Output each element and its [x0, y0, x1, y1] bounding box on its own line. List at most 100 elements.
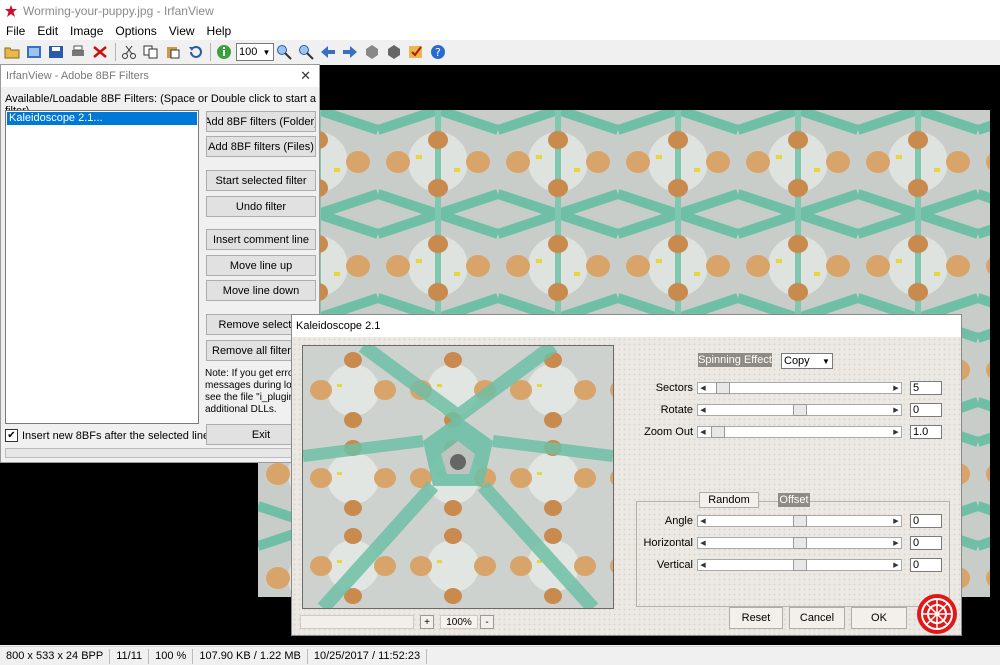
- arrow-left-icon[interactable]: ◀: [698, 516, 708, 526]
- start-filter-button[interactable]: Start selected filter: [206, 170, 316, 191]
- kaleidoscope-logo-icon: [916, 593, 958, 635]
- horizontal-input[interactable]: 0: [910, 536, 942, 550]
- svg-text:?: ?: [435, 46, 441, 59]
- arrow-right-icon[interactable]: ▶: [891, 538, 901, 548]
- offset-label: Offset: [778, 493, 810, 507]
- status-filesize: 107.90 KB / 1.22 MB: [193, 648, 308, 664]
- undo-filter-button[interactable]: Undo filter: [206, 196, 316, 217]
- move-down-button[interactable]: Move line down: [206, 280, 316, 301]
- cut-icon[interactable]: [119, 42, 139, 62]
- slider-thumb[interactable]: [792, 404, 807, 416]
- add-folder-button[interactable]: Add 8BF filters (Folder): [206, 111, 316, 132]
- help-icon[interactable]: ?: [428, 42, 448, 62]
- zoom-out-slider[interactable]: ◀ ▶: [697, 426, 902, 438]
- arrow-left-icon[interactable]: ◀: [698, 538, 708, 548]
- slideshow-icon[interactable]: [24, 42, 44, 62]
- move-up-button[interactable]: Move line up: [206, 255, 316, 276]
- slider-thumb[interactable]: [792, 515, 807, 527]
- horizontal-slider[interactable]: ◀ ▶: [697, 537, 902, 549]
- paint-icon[interactable]: [362, 42, 382, 62]
- arrow-right-icon[interactable]: ▶: [891, 427, 901, 437]
- menu-help[interactable]: Help: [201, 24, 238, 38]
- list-item[interactable]: Kaleidoscope 2.1...: [7, 112, 197, 125]
- preview-zoom-value: 100%: [440, 615, 478, 629]
- vertical-slider[interactable]: ◀ ▶: [697, 559, 902, 571]
- zoom-out-input[interactable]: 1.0: [910, 425, 942, 439]
- menu-file[interactable]: File: [0, 24, 31, 38]
- status-dimensions: 800 x 533 x 24 BPP: [0, 648, 111, 664]
- status-datetime: 10/25/2017 / 11:52:23: [308, 648, 428, 664]
- close-icon[interactable]: ✕: [300, 68, 311, 84]
- zoom-out-button[interactable]: -: [480, 615, 494, 629]
- delete-icon[interactable]: [90, 42, 110, 62]
- arrow-right-icon[interactable]: ▶: [891, 560, 901, 570]
- rotate-slider[interactable]: ◀ ▶: [697, 404, 902, 416]
- print-icon[interactable]: [68, 42, 88, 62]
- rotate-input[interactable]: 0: [910, 403, 942, 417]
- zoom-in-button[interactable]: +: [420, 615, 434, 629]
- insert-after-label: Insert new 8BFs after the selected line: [22, 429, 210, 442]
- insert-comment-button[interactable]: Insert comment line: [206, 229, 316, 250]
- kaleidoscope-preview[interactable]: [302, 345, 614, 609]
- kaleidoscope-body: + 100% - Spinning Effect Copy ▼ Sectors …: [292, 337, 961, 635]
- sectors-slider[interactable]: ◀ ▶: [697, 382, 902, 394]
- menu-image[interactable]: Image: [64, 24, 109, 38]
- settings-icon[interactable]: [384, 42, 404, 62]
- copy-icon[interactable]: [141, 42, 161, 62]
- slider-thumb[interactable]: [792, 537, 807, 549]
- arrow-left-icon[interactable]: ◀: [698, 405, 708, 415]
- zoom-select[interactable]: 100 ▼: [236, 43, 274, 61]
- vertical-input[interactable]: 0: [910, 558, 942, 572]
- preview-scrollbar[interactable]: [300, 615, 414, 629]
- chevron-down-icon: ▼: [822, 356, 830, 366]
- zoom-in-icon[interactable]: [274, 42, 294, 62]
- random-button[interactable]: Random: [699, 492, 759, 508]
- previous-icon[interactable]: [318, 42, 338, 62]
- slider-thumb[interactable]: [711, 426, 726, 438]
- kaleidoscope-title: Kaleidoscope 2.1: [296, 320, 381, 332]
- add-files-button[interactable]: Add 8BF filters (Files): [206, 136, 316, 157]
- cancel-button[interactable]: Cancel: [789, 607, 845, 629]
- angle-input[interactable]: 0: [910, 514, 942, 528]
- menu-bar: File Edit Image Options View Help: [0, 21, 1000, 40]
- irfanview-app-icon[interactable]: [3, 3, 19, 19]
- reset-button[interactable]: Reset: [729, 607, 783, 629]
- slider-thumb[interactable]: [716, 382, 731, 394]
- angle-slider[interactable]: ◀ ▶: [697, 515, 902, 527]
- spinning-effect-value: Copy: [784, 355, 810, 367]
- filters-list[interactable]: Kaleidoscope 2.1...: [5, 110, 199, 424]
- toolbar-separator: [210, 43, 211, 61]
- undo-icon[interactable]: [185, 42, 205, 62]
- arrow-right-icon[interactable]: ▶: [891, 405, 901, 415]
- vertical-label: Vertical: [656, 559, 693, 571]
- paste-icon[interactable]: [163, 42, 183, 62]
- slider-thumb[interactable]: [792, 559, 807, 571]
- menu-view[interactable]: View: [163, 24, 201, 38]
- filters-dialog: IrfanView - Adobe 8BF Filters ✕ Availabl…: [0, 64, 320, 463]
- toolbar-separator: [115, 43, 116, 61]
- info-icon[interactable]: [214, 42, 234, 62]
- arrow-left-icon[interactable]: ◀: [698, 383, 708, 393]
- status-zoom: 100 %: [149, 648, 194, 664]
- arrow-left-icon[interactable]: ◀: [698, 427, 708, 437]
- ok-button[interactable]: OK: [851, 607, 907, 629]
- status-bar: 800 x 533 x 24 BPP 11/11 100 % 107.90 KB…: [0, 646, 1000, 665]
- kaleidoscope-titlebar: Kaleidoscope 2.1: [292, 315, 961, 337]
- menu-edit[interactable]: Edit: [31, 24, 64, 38]
- save-icon[interactable]: [46, 42, 66, 62]
- horizontal-label: Horizontal: [643, 537, 693, 549]
- menu-options[interactable]: Options: [109, 24, 162, 38]
- sectors-input[interactable]: 5: [910, 381, 942, 395]
- insert-after-checkbox[interactable]: ✔ Insert new 8BFs after the selected lin…: [5, 429, 209, 442]
- open-folder-icon[interactable]: [2, 42, 22, 62]
- rotate-label: Rotate: [660, 404, 693, 416]
- zoom-out-icon[interactable]: [296, 42, 316, 62]
- next-icon[interactable]: [340, 42, 360, 62]
- arrow-left-icon[interactable]: ◀: [698, 560, 708, 570]
- spinning-effect-select[interactable]: Copy ▼: [781, 353, 833, 369]
- arrow-right-icon[interactable]: ▶: [891, 383, 901, 393]
- kaleidoscope-dialog: Kaleidoscope 2.1 + 100% - Spinning Effec…: [291, 314, 962, 636]
- checklist-icon[interactable]: [406, 42, 426, 62]
- arrow-right-icon[interactable]: ▶: [891, 516, 901, 526]
- toolbar: 100 ▼ ?: [0, 40, 1000, 64]
